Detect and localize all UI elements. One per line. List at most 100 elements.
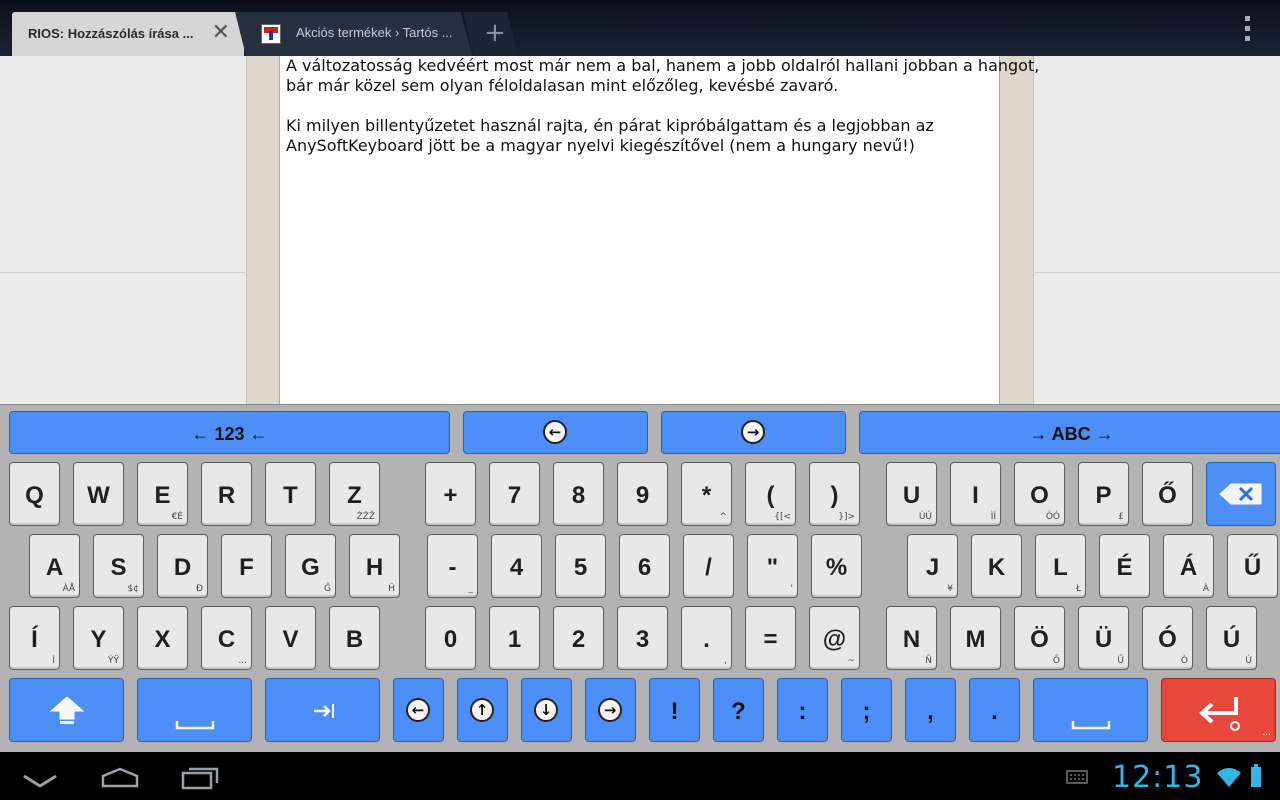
tab-active[interactable]: RIOS: Hozzászólás írása ... ✕ [12,12,244,56]
key[interactable]: J ¥ [907,534,958,598]
key[interactable]: Q [9,462,60,526]
key[interactable]: ., [681,606,732,670]
home-icon[interactable] [100,766,140,790]
symbol-key[interactable]: , [905,678,956,742]
space-button[interactable] [1033,678,1148,742]
key[interactable]: Z ŹŻŽ [329,462,380,526]
key[interactable]: LŁ [1035,534,1086,598]
key-label: 4 [509,554,524,581]
key[interactable]: 3 [617,606,668,670]
key[interactable]: M [950,606,1001,670]
switch-123-button[interactable]: ← 123 ← [9,411,450,454]
symbol-key[interactable]: . [969,678,1020,742]
back-icon[interactable] [20,770,60,792]
key[interactable]: 8 [553,462,604,526]
symbol-key[interactable]: : [777,678,828,742]
key[interactable]: W [73,462,124,526]
key[interactable]: P £ [1078,462,1129,526]
key[interactable]: DĐ [157,534,208,598]
key-label: O [1030,482,1049,509]
tab-inactive[interactable]: Akciós termékek › Tartós ... [258,12,468,56]
close-icon[interactable]: ✕ [212,22,230,44]
key-hint: Ĥ [388,584,395,594]
key[interactable]: 2 [553,606,604,670]
shift-button[interactable] [9,678,124,742]
arrow-key-up[interactable]: ↑ [457,678,508,742]
key-label: 6 [637,554,652,581]
tab-icon [314,704,334,718]
key[interactable]: Ű [1227,534,1278,598]
key[interactable]: * ^ [681,462,732,526]
key[interactable]: S $¢ [93,534,144,598]
key[interactable]: O ÒÓ [1014,462,1065,526]
key-hint: Ł [1075,584,1081,594]
key[interactable]: 0 [425,606,476,670]
key[interactable]: ÚÙ [1206,606,1257,670]
key[interactable]: ÍÌ [9,606,60,670]
key-label: + [443,482,458,509]
key[interactable]: / [683,534,734,598]
tab-button[interactable] [265,678,380,742]
key[interactable]: GĜ [285,534,336,598]
key[interactable]: = [745,606,796,670]
key[interactable]: ÖŐ [1014,606,1065,670]
key[interactable]: V [265,606,316,670]
key[interactable]: U ÙÚ [886,462,937,526]
key[interactable]: Ő [1142,462,1193,526]
key[interactable]: % [811,534,862,598]
backspace-button[interactable] [1206,462,1276,526]
text-line: Ki milyen billentyűzetet használ rajta, … [286,116,934,135]
key[interactable]: R [201,462,252,526]
key[interactable]: " ' [747,534,798,598]
key[interactable]: 4 [491,534,542,598]
key[interactable]: ({[< [745,462,796,526]
key[interactable]: C... [201,606,252,670]
space-button[interactable] [137,678,252,742]
key[interactable]: T [265,462,316,526]
cursor-left-button[interactable]: ← [463,411,648,454]
overflow-menu-icon[interactable] [1238,14,1258,42]
key[interactable]: 9 [617,462,668,526]
key[interactable]: B [329,606,380,670]
arrow-key-right[interactable]: → [585,678,636,742]
key[interactable]: 1 [489,606,540,670]
key[interactable]: ÓÒ [1142,606,1193,670]
plus-icon[interactable]: + [484,18,506,48]
key[interactable]: 6 [619,534,670,598]
key[interactable]: K [971,534,1022,598]
key[interactable]: ÜŰ [1078,606,1129,670]
key-label: : [798,698,807,725]
arrow-key-left[interactable]: ← [393,678,444,742]
switch-abc-button[interactable]: → ABC → [859,411,1280,454]
enter-button[interactable]: ... [1161,678,1276,742]
key-label: Ű [1243,554,1262,581]
key[interactable]: + [425,462,476,526]
key[interactable]: @ ~ [809,606,860,670]
key-hint: Ű [1117,656,1124,666]
key-hint: Ő [1052,656,1060,666]
key-label: . [703,626,710,653]
symbol-key[interactable]: ? [713,678,764,742]
key[interactable]: )}]> [809,462,860,526]
comment-textarea[interactable]: A változatosság kedvéért most már nem a … [279,56,1039,404]
key[interactable]: É [1099,534,1150,598]
cursor-right-button[interactable]: → [661,411,846,454]
key[interactable]: Y ÝŸ [73,606,124,670]
key[interactable]: A ÀÅ [29,534,80,598]
arrow-key-down[interactable]: ↓ [521,678,572,742]
symbol-key[interactable]: ; [841,678,892,742]
key[interactable]: X [137,606,188,670]
key[interactable]: HĤ [349,534,400,598]
key-label: * [701,482,712,509]
key[interactable]: ÁÀ [1163,534,1214,598]
wifi-icon [1217,768,1241,787]
recent-apps-icon[interactable] [181,766,221,790]
key[interactable]: 5 [555,534,606,598]
key[interactable]: - _ [427,534,478,598]
symbol-key[interactable]: ! [649,678,700,742]
key[interactable]: NÑ [886,606,937,670]
key[interactable]: I ÌÍ [950,462,1001,526]
key[interactable]: F [221,534,272,598]
key[interactable]: E €É [137,462,188,526]
key[interactable]: 7 [489,462,540,526]
